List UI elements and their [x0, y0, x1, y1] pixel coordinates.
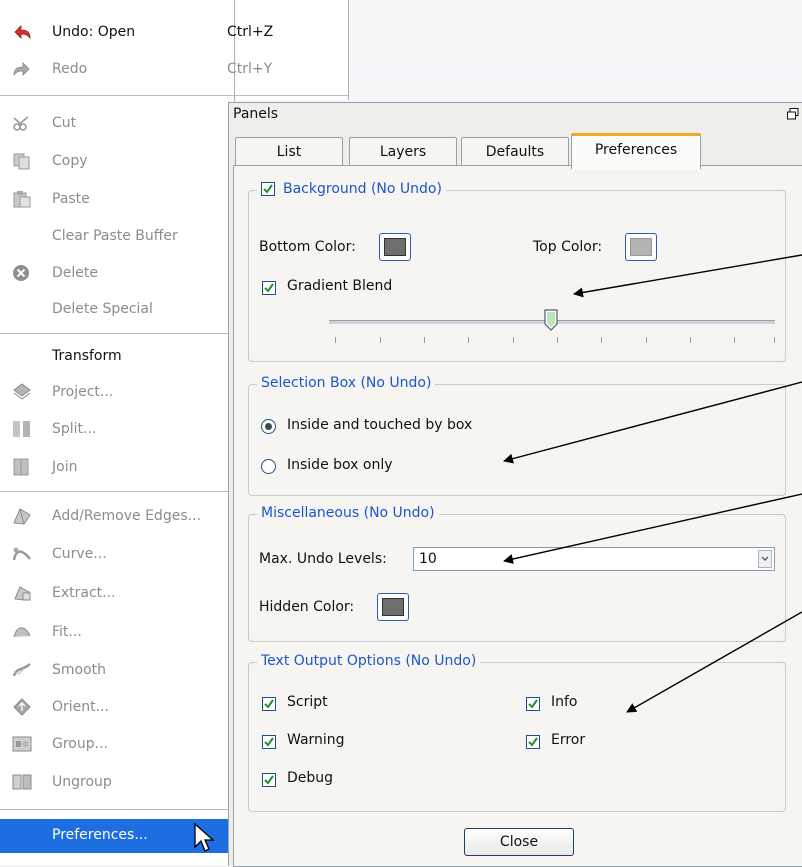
preferences-panel: Background (No Undo) Bottom Color: Top C… — [233, 165, 802, 867]
menu-item-ungroup[interactable]: Ungroup — [0, 767, 234, 799]
bottom-color-swatch[interactable] — [379, 233, 411, 261]
gradient-blend-label: Gradient Blend — [287, 278, 393, 294]
top-color-swatch[interactable] — [625, 233, 657, 261]
menu-separator — [0, 95, 348, 96]
panels-window: Panels List Layers Defaults Preferences … — [228, 102, 802, 867]
delete-icon — [12, 264, 32, 282]
text-output-group: Text Output Options (No Undo) Script Inf… — [248, 653, 786, 812]
menu-item-curve[interactable]: Curve... — [0, 539, 234, 571]
menu-item-copy[interactable]: Copy — [0, 146, 234, 178]
info-label: Info — [551, 694, 578, 710]
tab-layers[interactable]: Layers — [349, 137, 457, 166]
menu-item-extract[interactable]: Extract... — [0, 578, 234, 610]
gradient-blend-checkbox[interactable] — [262, 281, 276, 295]
tab-defaults[interactable]: Defaults — [461, 137, 569, 166]
info-checkbox[interactable] — [526, 697, 540, 711]
undo-levels-label: Max. Undo Levels: — [259, 551, 387, 567]
menu-item-orient[interactable]: Orient... — [0, 692, 234, 724]
menu-item-undo[interactable]: Undo: Open Ctrl+Z — [0, 17, 273, 49]
warning-label: Warning — [287, 732, 345, 748]
debug-label: Debug — [287, 770, 334, 786]
menu-item-join[interactable]: Join — [0, 452, 234, 484]
menu-item-delete-special[interactable]: Delete Special — [0, 294, 234, 326]
menu-item-redo[interactable]: Redo Ctrl+Y — [0, 54, 272, 86]
menu-item-split[interactable]: Split... — [0, 414, 234, 446]
tab-preferences[interactable]: Preferences — [571, 133, 701, 169]
selection-box-legend: Selection Box (No Undo) — [257, 375, 436, 391]
script-checkbox[interactable] — [262, 697, 276, 711]
mouse-cursor-icon — [194, 823, 215, 852]
menu-item-transform[interactable]: Transform — [0, 341, 234, 373]
ungroup-icon — [12, 773, 32, 791]
curve-icon — [12, 545, 32, 563]
extract-icon — [12, 584, 32, 602]
copy-icon — [12, 152, 32, 170]
close-button[interactable]: Close — [464, 828, 574, 856]
debug-checkbox[interactable] — [262, 773, 276, 787]
menu-item-delete[interactable]: Delete — [0, 258, 234, 290]
paste-icon — [12, 190, 32, 208]
join-icon — [12, 458, 32, 476]
radio-inside-and-touched-label: Inside and touched by box — [287, 417, 473, 433]
panel-tabs: List Layers Defaults Preferences — [233, 133, 802, 169]
tab-list[interactable]: List — [235, 137, 343, 166]
smooth-icon — [12, 661, 32, 679]
warning-checkbox[interactable] — [262, 735, 276, 749]
miscellaneous-group: Miscellaneous (No Undo) Max. Undo Levels… — [248, 505, 786, 642]
radio-inside-box-only-label: Inside box only — [287, 457, 393, 473]
background-checkbox[interactable] — [261, 182, 275, 196]
script-label: Script — [287, 694, 328, 710]
undo-icon — [12, 23, 32, 41]
menu-item-add-remove-edges[interactable]: Add/Remove Edges... — [0, 501, 234, 533]
radio-inside-box-only[interactable] — [261, 459, 276, 474]
slider-thumb[interactable] — [544, 309, 558, 331]
panels-title: Panels — [233, 106, 279, 122]
menu-item-fit[interactable]: Fit... — [0, 617, 234, 649]
group-icon — [12, 735, 32, 753]
menu-item-paste[interactable]: Paste — [0, 184, 234, 216]
miscellaneous-legend: Miscellaneous (No Undo) — [257, 505, 439, 521]
background-legend: Background (No Undo) — [283, 181, 442, 197]
chevron-down-icon[interactable] — [758, 550, 772, 568]
hidden-color-label: Hidden Color: — [259, 599, 355, 615]
float-window-icon[interactable] — [787, 108, 799, 120]
scissors-icon — [12, 114, 32, 132]
edit-menu: Undo: Open Ctrl+Z Redo Ctrl+Y Cut Copy P… — [0, 0, 348, 865]
menu-item-project[interactable]: Project... — [0, 377, 234, 409]
background-group: Background (No Undo) Bottom Color: Top C… — [248, 181, 786, 362]
selection-box-group: Selection Box (No Undo) Inside and touch… — [248, 375, 786, 496]
redo-icon — [12, 60, 32, 78]
project-icon — [12, 383, 32, 401]
top-color-label: Top Color: — [533, 239, 603, 255]
error-checkbox[interactable] — [526, 735, 540, 749]
radio-inside-and-touched[interactable] — [261, 419, 276, 434]
menu-item-group[interactable]: Group... — [0, 729, 234, 761]
menu-item-clear-paste-buffer[interactable]: Clear Paste Buffer — [0, 221, 234, 253]
bottom-color-label: Bottom Color: — [259, 239, 356, 255]
split-icon — [12, 420, 32, 438]
menu-item-cut[interactable]: Cut — [0, 108, 234, 140]
fit-icon — [12, 623, 32, 641]
undo-levels-combo[interactable]: 10 — [413, 547, 775, 571]
error-label: Error — [551, 732, 586, 748]
menu-item-smooth[interactable]: Smooth — [0, 655, 234, 687]
edges-icon — [12, 507, 32, 525]
text-output-legend: Text Output Options (No Undo) — [257, 653, 481, 669]
orient-icon — [12, 698, 32, 716]
hidden-color-swatch[interactable] — [377, 593, 409, 621]
